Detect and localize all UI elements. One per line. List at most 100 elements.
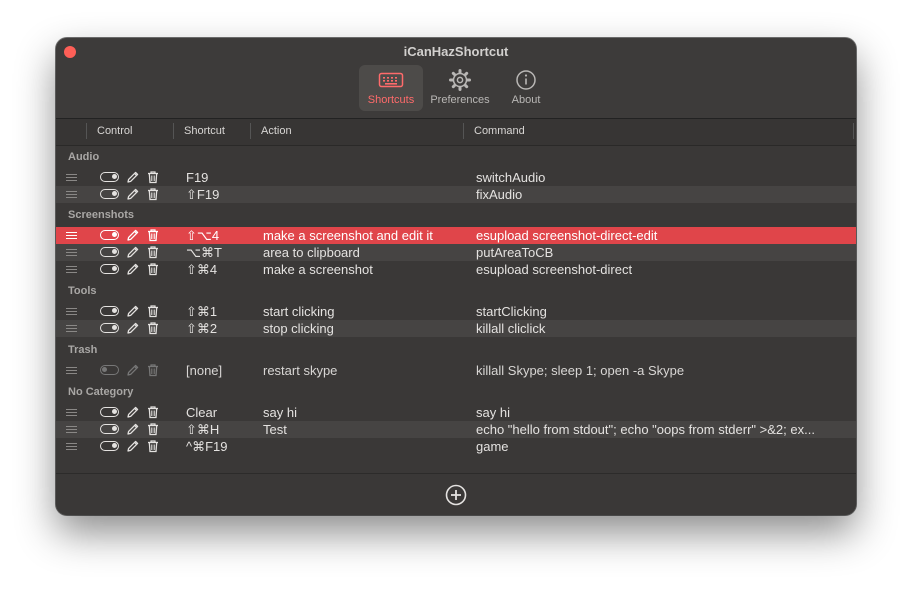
delete-trash-icon[interactable] — [146, 304, 160, 318]
shortcut-row[interactable]: F19 switchAudio — [56, 169, 856, 186]
shortcut-row[interactable]: ⇧⌥4 make a screenshot and edit it esupload… — [56, 227, 856, 244]
command-cell: echo "hello from stdout"; echo "oops fro… — [476, 422, 815, 437]
category-header: Audio — [68, 151, 100, 163]
column-divider[interactable] — [173, 123, 174, 139]
toggle-knob — [112, 308, 117, 313]
shortcut-cell: ⇧⌘2 — [186, 321, 218, 336]
edit-pencil-icon[interactable] — [126, 170, 140, 184]
drag-handle-icon[interactable] — [66, 191, 77, 198]
action-cell: say hi — [263, 405, 297, 420]
tab-about[interactable]: About — [494, 65, 558, 111]
delete-trash-icon[interactable] — [146, 321, 160, 335]
column-header-control[interactable]: Control — [97, 125, 132, 137]
table-header: Control Shortcut Action Command — [56, 119, 856, 146]
delete-trash-icon[interactable] — [146, 405, 160, 419]
edit-pencil-icon[interactable] — [126, 187, 140, 201]
drag-handle-icon[interactable] — [66, 308, 77, 315]
command-cell: killall cliclick — [476, 321, 546, 336]
drag-handle-icon[interactable] — [66, 249, 77, 256]
command-cell: switchAudio — [476, 170, 546, 185]
column-header-shortcut[interactable]: Shortcut — [184, 125, 225, 137]
edit-pencil-icon[interactable] — [126, 304, 140, 318]
enable-toggle[interactable] — [100, 247, 119, 257]
column-divider[interactable] — [853, 123, 854, 139]
shortcut-row[interactable]: [none] restart skype killall Skype; sleep … — [56, 362, 856, 379]
toggle-knob — [112, 409, 117, 414]
drag-handle-icon[interactable] — [66, 367, 77, 374]
drag-handle-icon[interactable] — [66, 426, 77, 433]
category-header: Tools — [68, 285, 97, 297]
category-header: Screenshots — [68, 209, 135, 221]
enable-toggle[interactable] — [100, 365, 119, 375]
tab-preferences-label: Preferences — [430, 94, 490, 106]
tab-preferences[interactable]: Preferences — [428, 65, 492, 111]
delete-trash-icon[interactable] — [146, 422, 160, 436]
footer-bar — [56, 473, 856, 515]
delete-trash-icon[interactable] — [146, 170, 160, 184]
action-cell: make a screenshot and edit it — [263, 228, 433, 243]
command-cell: game — [476, 439, 509, 454]
shortcut-row[interactable]: Clear say hi say hi — [56, 404, 856, 421]
toggle-knob — [102, 367, 107, 372]
tab-shortcuts[interactable]: Shortcuts — [359, 65, 423, 111]
add-shortcut-button[interactable] — [445, 484, 467, 506]
titlebar: iCanHazShortcut Shortcuts Preferences Ab… — [56, 38, 856, 119]
drag-handle-icon[interactable] — [66, 325, 77, 332]
column-header-command[interactable]: Command — [474, 125, 525, 137]
enable-toggle[interactable] — [100, 407, 119, 417]
column-divider[interactable] — [250, 123, 251, 139]
drag-handle-icon[interactable] — [66, 174, 77, 181]
edit-pencil-icon[interactable] — [126, 422, 140, 436]
delete-trash-icon[interactable] — [146, 363, 160, 377]
shortcut-row[interactable]: ⇧⌘H Test echo "hello from stdout"; echo "o… — [56, 421, 856, 438]
action-cell: start clicking — [263, 304, 335, 319]
enable-toggle[interactable] — [100, 441, 119, 451]
toggle-knob — [112, 191, 117, 196]
shortcut-row[interactable]: ⇧⌘4 make a screenshot esupload screenshot-… — [56, 261, 856, 278]
enable-toggle[interactable] — [100, 424, 119, 434]
toggle-knob — [112, 249, 117, 254]
delete-trash-icon[interactable] — [146, 439, 160, 453]
enable-toggle[interactable] — [100, 189, 119, 199]
shortcut-cell: ⌥⌘T — [186, 245, 222, 260]
shortcut-row[interactable]: ⇧F19 fixAudio — [56, 186, 856, 203]
category-header: Trash — [68, 344, 98, 356]
enable-toggle[interactable] — [100, 323, 119, 333]
edit-pencil-icon[interactable] — [126, 405, 140, 419]
shortcut-cell: ⇧⌘4 — [186, 262, 218, 277]
drag-handle-icon[interactable] — [66, 409, 77, 416]
edit-pencil-icon[interactable] — [126, 228, 140, 242]
enable-toggle[interactable] — [100, 306, 119, 316]
enable-toggle[interactable] — [100, 230, 119, 240]
shortcut-row[interactable]: ^⌘F19 game — [56, 438, 856, 455]
drag-handle-icon[interactable] — [66, 266, 77, 273]
toggle-knob — [112, 325, 117, 330]
column-header-action[interactable]: Action — [261, 125, 292, 137]
delete-trash-icon[interactable] — [146, 245, 160, 259]
shortcut-row[interactable]: ⌥⌘T area to clipboard putAreaToCB — [56, 244, 856, 261]
action-cell: make a screenshot — [263, 262, 373, 277]
delete-trash-icon[interactable] — [146, 228, 160, 242]
edit-pencil-icon[interactable] — [126, 321, 140, 335]
shortcut-row[interactable]: ⇧⌘2 stop clicking killall cliclick — [56, 320, 856, 337]
enable-toggle[interactable] — [100, 172, 119, 182]
edit-pencil-icon[interactable] — [126, 262, 140, 276]
shortcut-cell: ⇧⌘1 — [186, 304, 218, 319]
tab-shortcuts-label: Shortcuts — [367, 94, 415, 106]
shortcut-cell: F19 — [186, 170, 209, 185]
delete-trash-icon[interactable] — [146, 187, 160, 201]
enable-toggle[interactable] — [100, 264, 119, 274]
command-cell: killall Skype; sleep 1; open -a Skype — [476, 363, 685, 378]
column-divider[interactable] — [86, 123, 87, 139]
keyboard-icon — [378, 72, 404, 88]
shortcut-row[interactable]: ⇧⌘1 start clicking startClicking — [56, 303, 856, 320]
drag-handle-icon[interactable] — [66, 443, 77, 450]
command-cell: startClicking — [476, 304, 547, 319]
drag-handle-icon[interactable] — [66, 232, 77, 239]
edit-pencil-icon[interactable] — [126, 439, 140, 453]
delete-trash-icon[interactable] — [146, 262, 160, 276]
edit-pencil-icon[interactable] — [126, 245, 140, 259]
edit-pencil-icon[interactable] — [126, 363, 140, 377]
toggle-knob — [112, 426, 117, 431]
column-divider[interactable] — [463, 123, 464, 139]
